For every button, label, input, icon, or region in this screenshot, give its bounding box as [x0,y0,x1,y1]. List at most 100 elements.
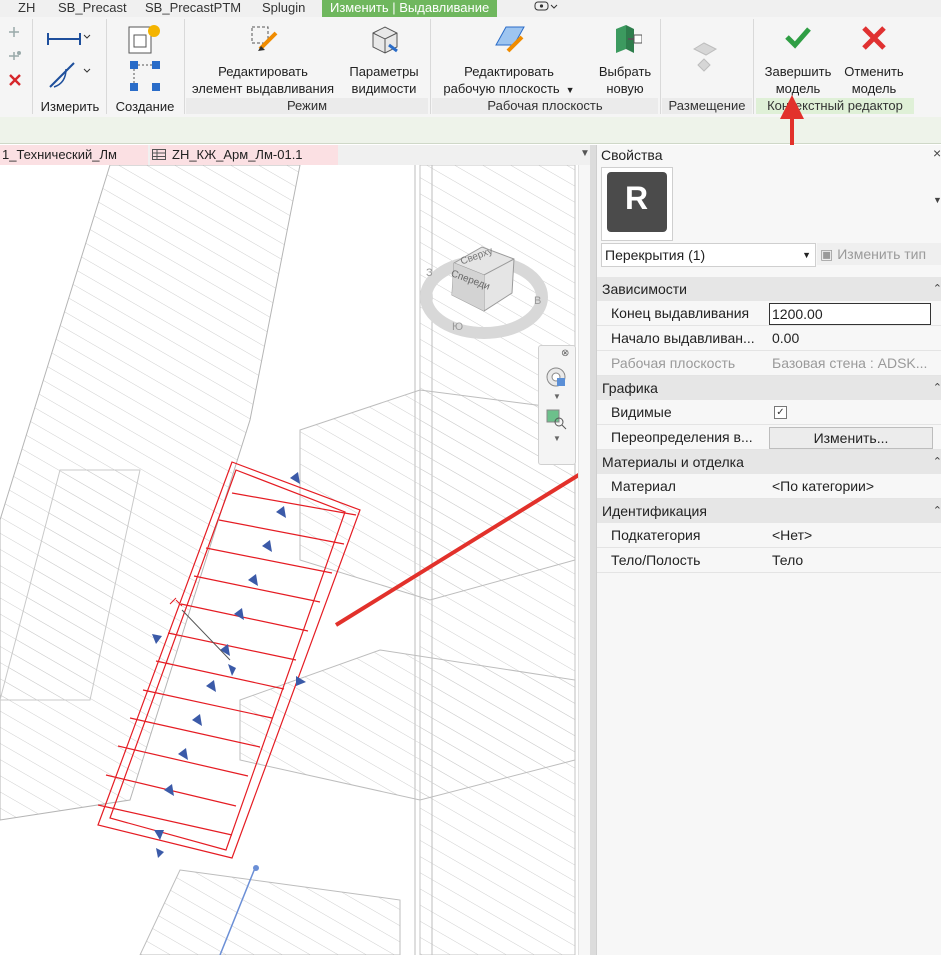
visibility-params-button[interactable]: Параметры видимости [342,21,426,97]
panel-label-workplane: Рабочая плоскость [432,98,658,114]
steering-wheel-icon[interactable] [545,366,567,391]
property-group-header[interactable]: Зависимости ⌃ [597,277,941,301]
edit-workplane-button[interactable]: Редактировать рабочую плоскость ▼ [434,21,584,99]
nav-chevron-icon[interactable]: ▼ [553,392,561,401]
cancel-model-button[interactable]: Отменить модель [838,21,910,97]
cancel-model-label-2: модель [851,81,897,96]
tab-overflow-icon[interactable] [530,0,560,17]
edit-extrusion-label-2: элемент выдавливания [191,81,335,96]
property-row: Тело/Полость Тело [597,548,941,573]
property-name: Конец выдавливания [611,305,750,321]
property-value[interactable]: 0.00 [772,326,937,350]
edit-extrusion-icon [251,26,278,51]
property-value[interactable]: Тело [772,548,937,572]
edit-type-button[interactable]: ▣ Изменить тип [817,243,941,265]
view-cube[interactable]: Сверху Спереди З Ю В [412,225,552,348]
compass-east-label: В [534,295,542,307]
property-value[interactable]: <Нет> [772,523,937,547]
check-icon [785,27,811,49]
viewport-3d[interactable]: Сверху Спереди З Ю В ⊗ ▼ ▼ [0,165,590,955]
pick-host-icon [616,25,642,53]
view-tab-bar: 1_Технический_Лм ZH_КЖ_Арм_Лм-01.1 ▼ [0,145,596,165]
view-tab-reinforcement[interactable]: ZH_КЖ_Арм_Лм-01.1 [150,145,338,165]
logo-letter: R [625,180,649,216]
collapse-icon[interactable]: ⌃ [933,499,941,523]
type-chevron-icon[interactable]: ▼ [933,195,941,205]
pick-new-label-2: новую [606,81,644,96]
overrides-edit-button[interactable]: Изменить... [769,427,933,449]
property-group-header[interactable]: Идентификация ⌃ [597,499,941,523]
compass-west-label: З [426,267,433,279]
property-name: Подкатегория [611,527,701,543]
property-row: Подкатегория <Нет> [597,523,941,548]
pick-new-label-1: Выбрать [598,64,652,79]
unpin-icon[interactable] [6,49,22,66]
property-name: Материал [611,478,676,494]
placement-disabled-icon [690,35,720,78]
panel-label-create: Создание [115,99,175,114]
ribbon-tab-bar: ZH SB_Precast SB_PrecastPTM Splugin Изме… [0,0,941,18]
tab-modify-extrusion[interactable]: Изменить | Выдавливание [322,0,498,17]
tab-splugin[interactable]: Splugin [262,0,305,17]
property-group-name: Графика [602,380,658,396]
compass-south-label: Ю [452,321,464,333]
edit-extrusion-label-1: Редактировать [218,64,308,79]
pin-icon[interactable] [6,25,22,42]
property-value: Базовая стена : ADSK... [772,355,928,371]
tab-sb-precastptm[interactable]: SB_PrecastPTM [145,0,241,17]
delete-icon[interactable] [8,73,22,90]
view-tab-technical[interactable]: 1_Технический_Лм [0,145,148,165]
property-row: Переопределения в... Изменить... [597,425,941,450]
measure-icon[interactable] [44,27,92,48]
zoom-region-icon[interactable] [545,408,567,433]
property-row: Видимые ✓ [597,400,941,425]
tab-list-chevron-icon[interactable]: ▼ [580,148,590,159]
panel-label-placement: Размещение [662,98,752,114]
collapse-icon[interactable]: ⌃ [933,450,941,474]
create-component-icon[interactable] [126,23,162,60]
nav-close-icon[interactable]: ⊗ [561,348,569,359]
panel-label-measure: Измерить [40,99,100,114]
property-row: Конец выдавливания 1200.00 [597,301,941,326]
property-group-name: Зависимости [602,281,687,297]
property-row: Рабочая плоскость Базовая стена : ADSK... [597,351,941,376]
property-group-header[interactable]: Материалы и отделка ⌃ [597,450,941,474]
chevron-down-icon: ▼ [565,85,575,95]
property-group-name: Материалы и отделка [602,454,744,470]
angle-dimension-icon[interactable] [44,57,92,94]
properties-title: Свойства [601,147,663,163]
property-group-name: Идентификация [602,503,707,519]
pick-new-button[interactable]: Выбрать новую [590,21,660,97]
visibility-params-label-2: видимости [351,81,417,96]
property-name: Рабочая плоскость [611,355,736,371]
visibility-cube-icon [372,26,398,54]
property-row: Материал <По категории> [597,474,941,499]
edit-type-icon: ▣ [820,246,834,262]
finish-model-button[interactable]: Завершить модель [758,21,838,97]
filter-chevron-icon: ▼ [802,250,811,260]
panel-label-mode: Режим [186,98,428,114]
property-value[interactable]: <По категории> [772,474,937,498]
visibility-params-label-1: Параметры [349,64,419,79]
zoom-chevron-icon[interactable]: ▼ [553,434,561,443]
property-row: Начало выдавливан... 0.00 [597,326,941,351]
close-icon[interactable]: × [933,145,941,161]
property-name: Начало выдавливан... [611,330,755,346]
collapse-icon[interactable]: ⌃ [933,277,941,301]
tab-zh[interactable]: ZH [18,0,35,17]
edit-extrusion-button[interactable]: Редактировать элемент выдавливания [188,21,338,97]
schedule-icon [152,146,166,166]
edit-workplane-icon [495,26,525,53]
instance-filter-dropdown[interactable]: Перекрытия (1) ▼ [601,243,816,267]
property-name: Тело/Полость [611,552,701,568]
property-value-input[interactable]: 1200.00 [769,303,931,325]
collapse-icon[interactable]: ⌃ [933,376,941,400]
edit-type-label: Изменить тип [837,246,927,262]
create-group-icon[interactable] [128,59,164,98]
type-preview: R [601,167,673,241]
tab-sb-precast[interactable]: SB_Precast [58,0,127,17]
cancel-x-icon [862,26,886,50]
property-group-header[interactable]: Графика ⌃ [597,376,941,400]
edit-workplane-label-2-text: рабочую плоскость [443,81,560,96]
visible-checkbox[interactable]: ✓ [774,406,787,419]
